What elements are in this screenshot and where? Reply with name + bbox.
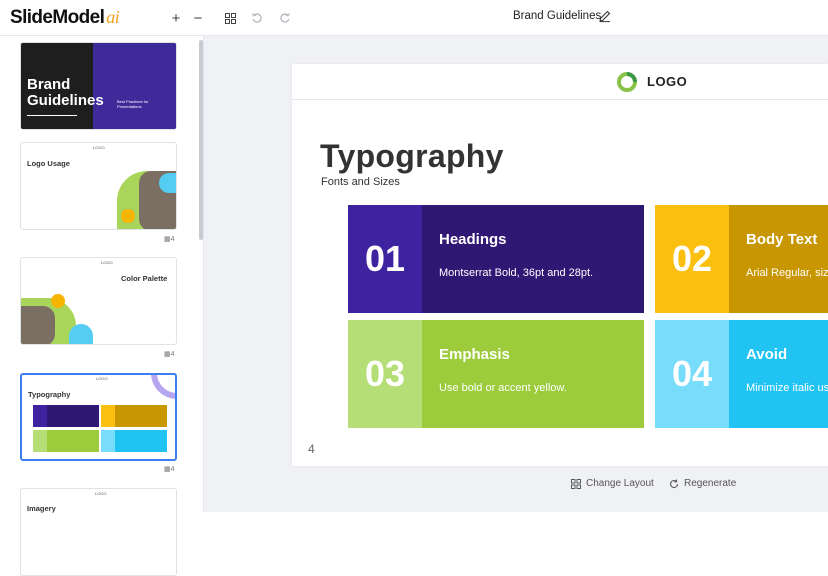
undo-button[interactable] — [247, 8, 267, 28]
app-logo[interactable]: SlideModel ai — [10, 7, 120, 29]
thumb-card-2 — [101, 405, 167, 427]
slide-logo-text: LOGO — [647, 74, 688, 89]
thumb-logo: LOGO — [95, 491, 107, 496]
grid-view-button[interactable] — [220, 8, 240, 28]
card-number: 04 — [655, 320, 729, 428]
card-description: Arial Regular, size 16pt. — [746, 267, 828, 279]
thumb-subtitle: Best Practices for Presentations — [117, 99, 149, 109]
minus-icon: − — [193, 9, 203, 27]
redo-icon — [280, 13, 291, 23]
layout-icon: ▦ — [164, 236, 171, 243]
card-title: Body Text — [746, 231, 818, 248]
thumb-title-line2: Guidelines — [27, 92, 104, 109]
thumb-title: Brand Guidelines — [27, 77, 104, 109]
layout-icon — [571, 478, 581, 489]
slide-header: LOGO — [292, 64, 828, 100]
slide-3-count-value: 4 — [170, 351, 175, 358]
slide-page-number: 4 — [308, 442, 315, 456]
card-number: 03 — [348, 320, 422, 428]
card-title: Headings — [439, 231, 507, 248]
brand-name: SlideModel — [10, 7, 105, 28]
card-avoid: 04 Avoid Minimize italic use. — [655, 320, 828, 428]
plus-icon: + — [171, 9, 181, 27]
change-layout-button[interactable]: Change Layout — [571, 478, 654, 489]
card-title: Avoid — [746, 346, 788, 363]
sidebar-scrollbar[interactable] — [199, 40, 203, 240]
redo-button[interactable] — [275, 8, 295, 28]
thumb-title: Color Palette — [121, 274, 168, 283]
thumb-logo: LOGO — [93, 145, 105, 150]
thumb-title-line1: Brand — [27, 76, 71, 93]
thumb-divider — [27, 115, 77, 116]
thumb-blob-yellow — [51, 294, 65, 308]
thumb-blob-cyan — [69, 324, 93, 344]
layout-icon: ▦ — [164, 466, 171, 473]
slide-2-count: ▦4 — [164, 235, 175, 243]
slide-thumbnail-3[interactable]: LOGO Color Palette — [20, 257, 177, 345]
slide-subtitle: Fonts and Sizes — [321, 176, 400, 188]
slide-4-count-value: 4 — [170, 466, 175, 473]
thumb-photo — [21, 306, 55, 344]
change-layout-label: Change Layout — [586, 478, 654, 489]
thumb-logo: LOGO — [96, 376, 108, 381]
slide-4-count: ▦4 — [164, 465, 175, 473]
thumb-blob-cyan — [159, 173, 176, 193]
slide-3-count: ▦4 — [164, 350, 175, 358]
card-emphasis: 03 Emphasis Use bold or accent yellow. — [348, 320, 644, 428]
thumb-arc — [151, 375, 175, 399]
card-headings: 01 Headings Montserrat Bold, 36pt and 28… — [348, 205, 644, 313]
pencil-icon[interactable] — [598, 9, 612, 23]
regenerate-label: Regenerate — [684, 478, 737, 489]
card-description: Use bold or accent yellow. — [439, 382, 567, 394]
thumb-logo: LOGO — [101, 260, 113, 265]
card-body-text: 02 Body Text Arial Regular, size 16pt. — [655, 205, 828, 313]
slide-thumbnail-2[interactable]: LOGO Logo Usage — [20, 142, 177, 230]
slide-thumbnail-4[interactable]: LOGO Typography — [20, 373, 177, 461]
slide-2-count-value: 4 — [170, 236, 175, 243]
card-description: Montserrat Bold, 36pt and 28pt. — [439, 267, 594, 279]
card-number: 01 — [348, 205, 422, 313]
thumb-blob-yellow — [121, 209, 135, 223]
thumb-title: Typography — [28, 390, 71, 399]
thumb-photo — [93, 43, 176, 129]
slide-title: Typography — [320, 138, 504, 174]
refresh-icon — [670, 479, 679, 488]
thumb-card-3 — [33, 430, 99, 452]
logo-icon — [617, 72, 637, 92]
thumb-title: Logo Usage — [27, 159, 70, 168]
top-toolbar: SlideModel ai + − Brand Guidelines — [0, 0, 828, 36]
regenerate-button[interactable]: Regenerate — [669, 478, 736, 489]
brand-suffix: ai — [106, 7, 120, 27]
card-title: Emphasis — [439, 346, 510, 363]
zoom-out-button[interactable]: − — [188, 8, 208, 28]
slide-thumbnail-5[interactable]: LOGO Imagery — [20, 488, 177, 576]
slide-preview[interactable]: LOGO Typography Fonts and Sizes 01 Headi… — [292, 64, 828, 466]
slide-thumbnail-1[interactable]: Brand Guidelines Best Practices for Pres… — [20, 42, 177, 130]
card-number: 02 — [655, 205, 729, 313]
thumb-card-1 — [33, 405, 99, 427]
layout-icon: ▦ — [164, 351, 171, 358]
card-description: Minimize italic use. — [746, 382, 828, 394]
document-title[interactable]: Brand Guidelines — [513, 10, 601, 22]
grid-icon — [224, 12, 236, 24]
undo-icon — [251, 13, 262, 23]
zoom-in-button[interactable]: + — [166, 8, 186, 28]
thumb-card-4 — [101, 430, 167, 452]
